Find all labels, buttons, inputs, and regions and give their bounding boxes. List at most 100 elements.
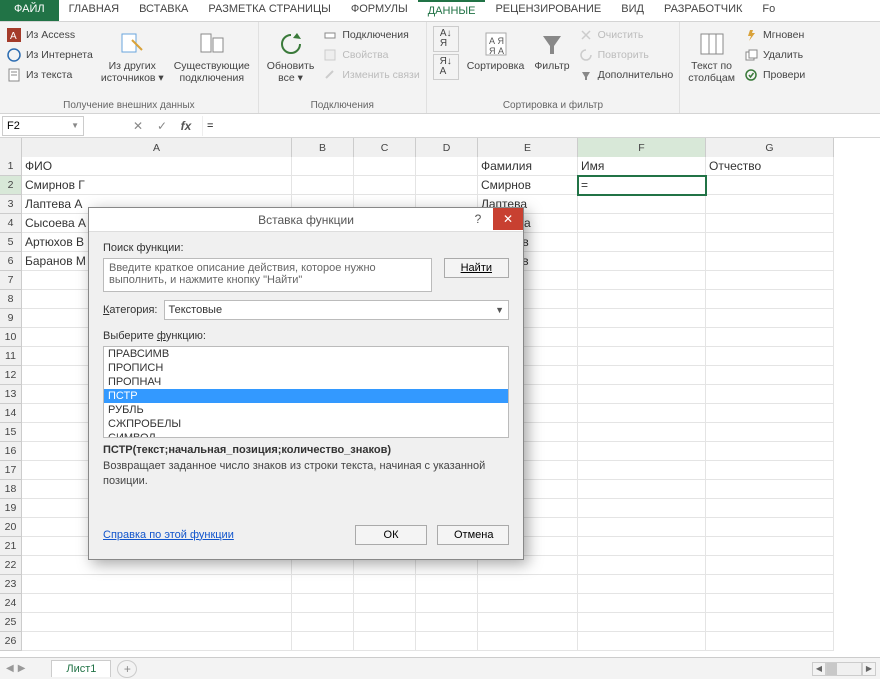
cell-D25[interactable] bbox=[416, 613, 478, 632]
cell-E26[interactable] bbox=[478, 632, 578, 651]
tab-view[interactable]: ВИД bbox=[611, 0, 654, 21]
cell-B26[interactable] bbox=[292, 632, 354, 651]
cell-G12[interactable] bbox=[706, 366, 834, 385]
cell-F1[interactable]: Имя bbox=[578, 157, 706, 176]
cell-G3[interactable] bbox=[706, 195, 834, 214]
reapply-filter-button[interactable]: Повторить bbox=[578, 46, 674, 64]
cell-F20[interactable] bbox=[578, 518, 706, 537]
cell-E23[interactable] bbox=[478, 575, 578, 594]
cell-F21[interactable] bbox=[578, 537, 706, 556]
sort-asc-button[interactable]: А↓Я bbox=[433, 26, 459, 52]
cell-G22[interactable] bbox=[706, 556, 834, 575]
row-header-1[interactable]: 1 bbox=[0, 157, 22, 176]
cell-G10[interactable] bbox=[706, 328, 834, 347]
cell-G19[interactable] bbox=[706, 499, 834, 518]
row-header-8[interactable]: 8 bbox=[0, 290, 22, 309]
properties-button[interactable]: Свойства bbox=[322, 46, 419, 64]
dialog-close-button[interactable]: ✕ bbox=[493, 208, 523, 230]
cell-D26[interactable] bbox=[416, 632, 478, 651]
function-list-item[interactable]: ПРОПИСН bbox=[104, 361, 508, 375]
function-list-item[interactable]: СЖПРОБЕЛЫ bbox=[104, 417, 508, 431]
cell-F19[interactable] bbox=[578, 499, 706, 518]
function-list[interactable]: ПРАВСИМВПРОПИСНПРОПНАЧПСТРРУБЛЬСЖПРОБЕЛЫ… bbox=[103, 346, 509, 438]
tab-home[interactable]: ГЛАВНАЯ bbox=[59, 0, 129, 21]
cancel-button[interactable]: Отмена bbox=[437, 525, 509, 545]
col-header-B[interactable]: B bbox=[292, 138, 354, 157]
cell-F18[interactable] bbox=[578, 480, 706, 499]
cell-F22[interactable] bbox=[578, 556, 706, 575]
row-header-5[interactable]: 5 bbox=[0, 233, 22, 252]
find-button[interactable]: Найти bbox=[444, 258, 509, 278]
cell-G13[interactable] bbox=[706, 385, 834, 404]
cell-F7[interactable] bbox=[578, 271, 706, 290]
cell-G18[interactable] bbox=[706, 480, 834, 499]
cell-F23[interactable] bbox=[578, 575, 706, 594]
filter-button[interactable]: Фильтр bbox=[532, 26, 571, 74]
tab-formulas[interactable]: ФОРМУЛЫ bbox=[341, 0, 418, 21]
cell-G2[interactable] bbox=[706, 176, 834, 195]
advanced-filter-button[interactable]: Дополнительно bbox=[578, 66, 674, 84]
cell-F14[interactable] bbox=[578, 404, 706, 423]
cell-B25[interactable] bbox=[292, 613, 354, 632]
tab-insert[interactable]: ВСТАВКА bbox=[129, 0, 198, 21]
cell-F15[interactable] bbox=[578, 423, 706, 442]
function-list-item[interactable]: ПРОПНАЧ bbox=[104, 375, 508, 389]
cell-G23[interactable] bbox=[706, 575, 834, 594]
row-header-19[interactable]: 19 bbox=[0, 499, 22, 518]
cell-F16[interactable] bbox=[578, 442, 706, 461]
cell-F10[interactable] bbox=[578, 328, 706, 347]
tab-page-layout[interactable]: РАЗМЕТКА СТРАНИЦЫ bbox=[198, 0, 340, 21]
dialog-help-button[interactable]: ? bbox=[463, 208, 493, 230]
cell-F25[interactable] bbox=[578, 613, 706, 632]
cell-G21[interactable] bbox=[706, 537, 834, 556]
tab-data[interactable]: ДАННЫЕ bbox=[418, 0, 486, 21]
sheet-nav-next[interactable]: ▶ bbox=[18, 663, 26, 674]
cell-B23[interactable] bbox=[292, 575, 354, 594]
cell-F4[interactable] bbox=[578, 214, 706, 233]
cell-F6[interactable] bbox=[578, 252, 706, 271]
cell-C24[interactable] bbox=[354, 594, 416, 613]
cell-C25[interactable] bbox=[354, 613, 416, 632]
cell-G17[interactable] bbox=[706, 461, 834, 480]
remove-dup-button[interactable]: Удалить bbox=[743, 46, 805, 64]
cell-B2[interactable] bbox=[292, 176, 354, 195]
cell-F12[interactable] bbox=[578, 366, 706, 385]
from-access-button[interactable]: AИз Access bbox=[6, 26, 93, 44]
cell-G15[interactable] bbox=[706, 423, 834, 442]
col-header-C[interactable]: C bbox=[354, 138, 416, 157]
cell-F8[interactable] bbox=[578, 290, 706, 309]
row-header-10[interactable]: 10 bbox=[0, 328, 22, 347]
cell-F24[interactable] bbox=[578, 594, 706, 613]
connections-button[interactable]: Подключения bbox=[322, 26, 419, 44]
cell-G1[interactable]: Отчество bbox=[706, 157, 834, 176]
row-header-16[interactable]: 16 bbox=[0, 442, 22, 461]
cell-B24[interactable] bbox=[292, 594, 354, 613]
cell-E24[interactable] bbox=[478, 594, 578, 613]
horizontal-scrollbar[interactable]: ◀ ▶ bbox=[137, 662, 880, 676]
row-header-2[interactable]: 2 bbox=[0, 176, 22, 195]
cell-B1[interactable] bbox=[292, 157, 354, 176]
cancel-formula-button[interactable]: ✕ bbox=[126, 116, 150, 136]
sort-button[interactable]: А ЯЯ А Сортировка bbox=[465, 26, 527, 74]
search-function-input[interactable]: Введите краткое описание действия, котор… bbox=[103, 258, 432, 292]
cell-A25[interactable] bbox=[22, 613, 292, 632]
cell-G14[interactable] bbox=[706, 404, 834, 423]
flash-fill-button[interactable]: Мгновен bbox=[743, 26, 805, 44]
cell-G5[interactable] bbox=[706, 233, 834, 252]
function-help-link[interactable]: Справка по этой функции bbox=[103, 529, 234, 541]
tab-file[interactable]: ФАЙЛ bbox=[0, 0, 59, 21]
row-header-11[interactable]: 11 bbox=[0, 347, 22, 366]
cell-A1[interactable]: ФИО bbox=[22, 157, 292, 176]
cell-F9[interactable] bbox=[578, 309, 706, 328]
cell-G25[interactable] bbox=[706, 613, 834, 632]
category-select[interactable]: Текстовые ▼ bbox=[164, 300, 510, 320]
row-header-13[interactable]: 13 bbox=[0, 385, 22, 404]
cell-D24[interactable] bbox=[416, 594, 478, 613]
col-header-F[interactable]: F bbox=[578, 138, 706, 157]
cell-F5[interactable] bbox=[578, 233, 706, 252]
existing-connections-button[interactable]: Существующие подключения bbox=[172, 26, 252, 86]
row-header-14[interactable]: 14 bbox=[0, 404, 22, 423]
text-to-columns-button[interactable]: Текст по столбцам bbox=[686, 26, 737, 86]
cell-G7[interactable] bbox=[706, 271, 834, 290]
insert-function-button[interactable]: fx bbox=[174, 116, 198, 136]
